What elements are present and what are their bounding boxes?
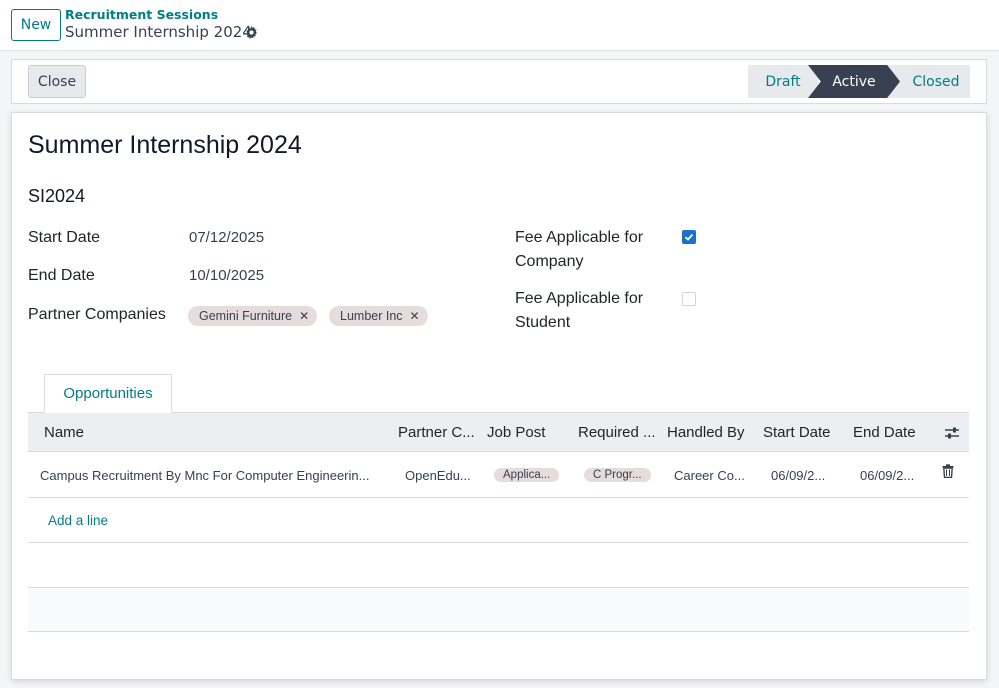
fee-company-label-line2: Company (515, 253, 584, 270)
fee-company-checkbox[interactable] (682, 230, 696, 244)
trash-icon[interactable] (940, 453, 956, 489)
fee-student-label-line2: Student (515, 314, 571, 331)
cell-partner[interactable]: OpenEdu... (405, 453, 475, 497)
cell-name[interactable]: Campus Recruitment By Mnc For Computer E… (40, 453, 385, 497)
remove-tag-icon[interactable]: ✕ (299, 309, 309, 323)
required-tag: C Progr... (584, 468, 651, 482)
cell-handled-by[interactable]: Career Co... (674, 453, 754, 497)
cell-start-date[interactable]: 06/09/2... (771, 453, 841, 497)
status-row: Close Draft Closed Active (11, 59, 987, 104)
start-date-field[interactable]: 07/12/2025 (189, 229, 264, 246)
column-job-post[interactable]: Job Post (487, 413, 567, 452)
fee-student-label: Fee Applicable for Student (515, 287, 643, 335)
fee-student-label-line1: Fee Applicable for (515, 290, 644, 307)
tab-opportunities[interactable]: Opportunities (44, 374, 172, 413)
stage-statusbar: Draft Closed Active (748, 65, 970, 98)
cell-end-date[interactable]: 06/09/2... (860, 453, 930, 497)
control-panel: New Recruitment Sessions Summer Internsh… (0, 0, 999, 51)
empty-row (28, 588, 969, 632)
stage-closed[interactable]: Closed (888, 65, 970, 98)
start-date-label: Start Date (28, 229, 101, 246)
add-line-row: Add a line (28, 498, 969, 543)
stage-draft[interactable]: Draft (748, 65, 818, 98)
gear-icon[interactable] (243, 24, 259, 40)
partner-companies-label: Partner Companies (28, 306, 166, 323)
remove-tag-icon[interactable]: ✕ (410, 309, 420, 323)
cell-required[interactable]: C Progr... (584, 453, 664, 497)
record-code[interactable]: SI2024 (28, 186, 85, 207)
end-date-label: End Date (28, 267, 95, 284)
check-icon (684, 233, 694, 241)
partner-tag: Lumber Inc ✕ (329, 306, 428, 326)
stage-active[interactable]: Active (808, 65, 900, 98)
empty-row (28, 543, 969, 588)
column-required[interactable]: Required ... (578, 413, 658, 452)
end-date-field[interactable]: 10/10/2025 (189, 267, 264, 284)
column-end-date[interactable]: End Date (853, 413, 933, 452)
close-button[interactable]: Close (28, 65, 86, 98)
partner-tag-label: Gemini Furniture (199, 309, 293, 323)
breadcrumb-parent-link[interactable]: Recruitment Sessions (65, 7, 218, 22)
partner-tag-label: Lumber Inc (340, 309, 403, 323)
record-title[interactable]: Summer Internship 2024 (28, 131, 302, 160)
table-row[interactable]: Campus Recruitment By Mnc For Computer E… (28, 453, 969, 498)
column-name[interactable]: Name (44, 413, 384, 452)
job-post-tag: Applica... (494, 468, 560, 482)
fee-company-label: Fee Applicable for Company (515, 226, 643, 274)
add-line-link[interactable]: Add a line (48, 498, 168, 542)
cell-job-post[interactable]: Applica... (494, 453, 574, 497)
form-sheet: Summer Internship 2024 SI2024 Start Date… (11, 112, 987, 680)
breadcrumb-current: Summer Internship 2024 (65, 23, 252, 41)
column-partner[interactable]: Partner C... (398, 413, 478, 452)
new-button[interactable]: New (11, 9, 61, 41)
fee-student-checkbox[interactable] (682, 292, 696, 306)
fee-company-label-line1: Fee Applicable for (515, 229, 644, 246)
column-start-date[interactable]: Start Date (763, 413, 845, 452)
partner-tag: Gemini Furniture ✕ (188, 306, 318, 326)
column-settings-icon[interactable] (942, 413, 962, 452)
column-handled-by[interactable]: Handled By (667, 413, 753, 452)
table-header: Name Partner C... Job Post Required ... … (28, 413, 969, 452)
